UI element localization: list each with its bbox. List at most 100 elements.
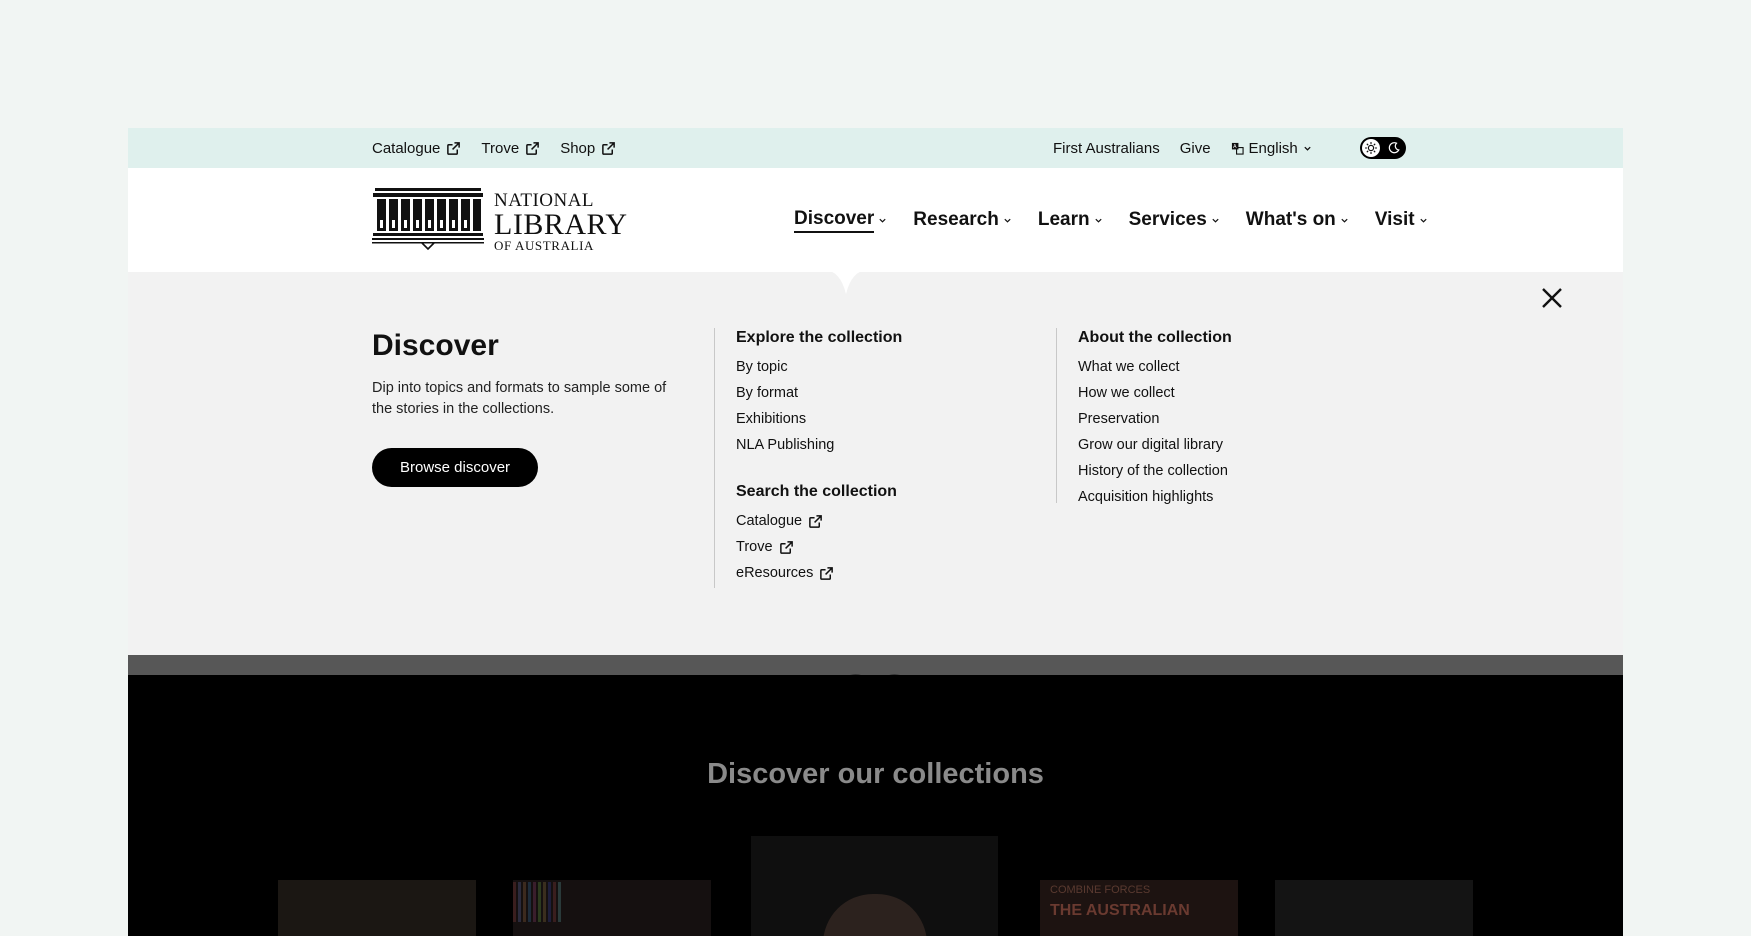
about-list: What we collect How we collect Preservat… (1078, 354, 1232, 510)
browser-page: Catalogue Trove Shop First Australians G… (128, 128, 1623, 936)
mega-description: Dip into topics and formats to sample so… (372, 380, 667, 417)
about-heading: About the collection (1078, 329, 1232, 346)
external-link-icon (809, 514, 822, 528)
nav-item-research[interactable]: Research (913, 209, 1012, 231)
menu-link-what-we-collect[interactable]: What we collect (1078, 354, 1232, 380)
nav-label: Visit (1374, 209, 1415, 230)
language-selector[interactable]: A English (1231, 140, 1312, 157)
chevron-down-icon (1004, 218, 1011, 223)
utility-bar: Catalogue Trove Shop First Australians G… (128, 128, 1623, 168)
search-section: Search the collection Catalogue Trove eR… (736, 482, 902, 586)
external-link-icon (779, 540, 793, 554)
collections-title: Discover our collections (707, 758, 1044, 790)
menu-link-label: eResources (736, 565, 814, 581)
logo-line-3: OF AUSTRALIA (494, 238, 595, 253)
explore-list: By topic By format Exhibitions NLA Publi… (736, 354, 902, 458)
nav-item-visit[interactable]: Visit (1375, 209, 1428, 231)
menu-link-preservation[interactable]: Preservation (1078, 406, 1232, 432)
chevron-down-icon (879, 218, 886, 223)
sun-icon (1364, 142, 1377, 154)
menu-link-by-topic[interactable]: By topic (736, 354, 902, 380)
menu-link-label: History of the collection (1078, 463, 1228, 479)
utility-link-give[interactable]: Give (1180, 140, 1211, 157)
nla-logo[interactable]: NATIONAL LIBRARY OF AUSTRALIA (372, 188, 628, 253)
collection-card[interactable] (278, 880, 476, 936)
utility-link-label: Shop (560, 139, 596, 157)
menu-link-eresources[interactable]: eResources (736, 560, 902, 586)
nav-item-learn[interactable]: Learn (1038, 209, 1103, 231)
external-link-icon (526, 141, 540, 155)
chevron-down-icon (1304, 146, 1311, 151)
utility-link-first-australians[interactable]: First Australians (1053, 140, 1160, 157)
language-label: English (1248, 139, 1298, 157)
chevron-down-icon (1419, 218, 1427, 223)
about-column: About the collection What we collect How… (1056, 328, 1232, 505)
explore-heading: Explore the collection (736, 329, 903, 346)
utility-left-links: Catalogue Trove Shop (372, 128, 616, 168)
library-building-icon (372, 188, 484, 251)
explore-column: Explore the collection By topic By forma… (714, 328, 902, 588)
collection-card[interactable] (751, 836, 998, 936)
utility-link-label: Catalogue (372, 139, 441, 157)
menu-link-label: What we collect (1078, 359, 1180, 375)
nav-label: Services (1128, 209, 1207, 230)
utility-right-links: First Australians Give A English (1053, 128, 1406, 168)
collection-card[interactable] (1275, 880, 1473, 936)
menu-link-acquisition-highlights[interactable]: Acquisition highlights (1078, 484, 1232, 510)
browse-discover-button[interactable]: Browse discover (372, 448, 539, 487)
svg-text:A: A (1233, 144, 1237, 150)
portrait-image (823, 894, 927, 936)
menu-link-label: Catalogue (736, 513, 803, 529)
menu-link-label: Acquisition highlights (1078, 489, 1214, 505)
external-link-icon (820, 566, 834, 580)
nav-item-services[interactable]: Services (1129, 209, 1220, 231)
translate-icon: A (1231, 142, 1244, 155)
utility-link-trove[interactable]: Trove (481, 140, 540, 157)
menu-pointer (824, 270, 868, 294)
close-icon[interactable] (1541, 287, 1563, 309)
menu-link-grow-digital-library[interactable]: Grow our digital library (1078, 432, 1232, 458)
menu-link-exhibitions[interactable]: Exhibitions (736, 406, 902, 432)
external-link-icon (602, 141, 616, 155)
nav-item-discover[interactable]: Discover (794, 208, 887, 233)
menu-link-trove[interactable]: Trove (736, 534, 902, 560)
collection-card[interactable] (513, 880, 711, 936)
nav-label: Discover (794, 208, 875, 233)
chevron-down-icon (1341, 218, 1348, 223)
chevron-down-icon (1212, 218, 1219, 223)
nav-item-whats-on[interactable]: What's on (1246, 209, 1349, 231)
collection-card[interactable]: COMBINE FORCES THE AUSTRALIAN (1040, 880, 1238, 936)
chevron-down-icon (1094, 218, 1102, 223)
menu-link-label: Trove (736, 539, 773, 555)
menu-link-label: By format (736, 385, 799, 401)
utility-link-catalogue[interactable]: Catalogue (372, 140, 461, 157)
menu-link-label: How we collect (1078, 385, 1175, 401)
logo-wordmark: NATIONAL LIBRARY OF AUSTRALIA (494, 191, 628, 253)
theme-toggle[interactable] (1359, 137, 1406, 159)
site-header: NATIONAL LIBRARY OF AUSTRALIA Discover R… (128, 168, 1623, 272)
poster-caption: COMBINE FORCES (1050, 884, 1151, 896)
mega-title: Discover (372, 329, 499, 362)
nav-label: Learn (1037, 209, 1090, 230)
menu-link-catalogue[interactable]: Catalogue (736, 508, 902, 534)
menu-link-label: By topic (736, 359, 788, 375)
search-list: Catalogue Trove eResources (736, 508, 902, 586)
moon-icon (1388, 142, 1400, 154)
nav-label: What's on (1245, 209, 1336, 230)
discover-mega-menu: Discover Dip into topics and formats to … (128, 270, 1623, 655)
logo-line-2: LIBRARY (494, 208, 628, 241)
search-heading: Search the collection (736, 483, 897, 500)
menu-link-how-we-collect[interactable]: How we collect (1078, 380, 1232, 406)
poster-title: THE AUSTRALIAN (1050, 902, 1190, 919)
mega-intro: Discover Dip into topics and formats to … (372, 328, 682, 487)
main-navigation: Discover Research Learn Services What's … (794, 168, 1428, 272)
menu-link-by-format[interactable]: By format (736, 380, 902, 406)
menu-link-label: NLA Publishing (736, 437, 835, 453)
utility-link-label: First Australians (1053, 139, 1160, 157)
menu-link-history-of-collection[interactable]: History of the collection (1078, 458, 1232, 484)
menu-link-label: Grow our digital library (1078, 437, 1224, 453)
utility-link-label: Give (1179, 139, 1211, 157)
utility-link-shop[interactable]: Shop (560, 140, 616, 157)
utility-link-label: Trove (481, 139, 520, 157)
menu-link-nla-publishing[interactable]: NLA Publishing (736, 432, 902, 458)
